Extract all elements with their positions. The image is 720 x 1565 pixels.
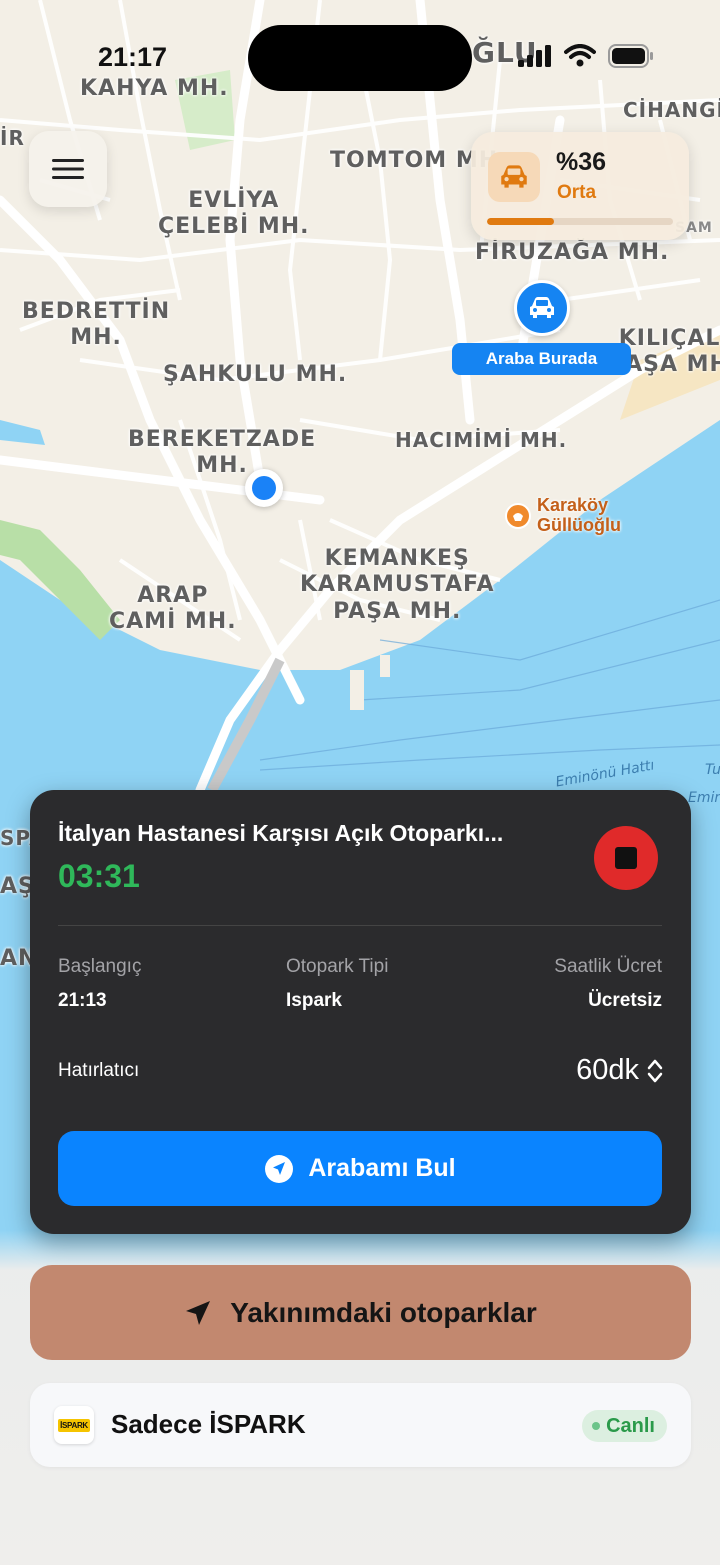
car-battery-card[interactable]: %36 Orta [471,132,689,240]
cellular-signal-icon [518,45,551,67]
start-value: 21:13 [58,990,107,1011]
nearby-parking-label: Yakınımdaki otoparklar [230,1296,537,1328]
poi-karakoy-gulluoglu[interactable]: Karaköy Güllüoğlu [505,495,621,536]
find-my-car-label: Arabamı Bul [308,1154,456,1182]
ispark-filter-label: Sadece İSPARK [111,1409,306,1439]
wifi-icon [564,44,596,67]
hourly-fee-value: Ücretsiz [588,990,662,1011]
water-label-emin: Emin [688,790,720,806]
parking-type-value: Ispark [286,990,342,1011]
battery-percent: %36 [556,148,607,176]
reminder-picker[interactable]: 60dk [576,1054,663,1087]
divider [58,925,662,926]
map-label-arap: ARAP CAMİ MH. [109,583,237,635]
hourly-fee-info: Saatlik Ücret Ücretsiz [554,956,662,1012]
car-location-marker[interactable] [514,280,570,336]
chevron-updown-icon [647,1059,663,1082]
battery-progress [487,218,673,225]
parking-session-card: İtalyan Hastanesi Karşısı Açık Otoparkı.… [30,790,691,1234]
map-label-sahkulu: ŞAHKULU MH. [163,362,348,387]
hourly-fee-label: Saatlik Ücret [554,956,662,977]
battery-icon [608,44,653,68]
hamburger-icon [52,159,84,179]
menu-button[interactable] [29,131,107,207]
map-label-kahya: KAHYA MH. [80,76,229,101]
parking-type-info: Otopark Tipi Ispark [286,956,388,1012]
stop-icon [615,847,637,869]
parking-type-label: Otopark Tipi [286,956,389,977]
map-label-evliya: EVLİYA ÇELEBİ MH. [158,188,310,240]
status-time: 21:17 [98,42,168,72]
nearby-parking-button[interactable]: Yakınımdaki otoparklar [30,1265,691,1360]
battery-level: Orta [557,182,597,203]
battery-progress-fill [487,218,554,225]
map-label-ir: İR [0,126,25,150]
location-arrow-icon [186,1300,211,1325]
parking-timer: 03:31 [58,858,140,894]
water-label-tu: Tu [705,762,720,778]
live-dot-icon [592,1422,601,1430]
car-icon [501,165,527,188]
ispark-logo: İSPARK [54,1406,94,1444]
stop-parking-button[interactable] [594,826,658,890]
dynamic-island [248,25,472,91]
car-marker-label[interactable]: Araba Burada [452,343,631,375]
location-arrow-icon [265,1154,294,1183]
map-label-bereketzade: BEREKETZADE MH. [128,427,317,479]
map-label-cihangir: CİHANGİR [623,98,720,122]
car-icon-box [488,152,540,202]
map-label-kemankes: KEMANKEŞ KARAMUSTAFA PAŞA MH. [300,546,495,624]
map-label-bedrettin: BEDRETTİN MH. [22,299,171,351]
poi-name: Karaköy Güllüoğlu [537,495,621,535]
find-my-car-button[interactable]: Arabamı Bul [58,1131,662,1206]
car-icon [530,297,554,318]
parking-location-title: İtalyan Hastanesi Karşısı Açık Otoparkı.… [58,820,504,846]
bakery-icon [505,503,531,529]
start-info: Başlangıç 21:13 [58,956,141,1012]
ispark-filter-toggle[interactable]: İSPARK Sadece İSPARK Canlı [30,1383,691,1467]
map-label-firuzaga: FİRUZAĞA MH. [475,240,670,265]
start-label: Başlangıç [58,956,142,977]
live-badge-label: Canlı [606,1414,655,1437]
ispark-logo-text: İSPARK [58,1418,90,1432]
map-label-hacimimi: HACIMİMİ MH. [395,428,568,452]
reminder-value: 60dk [576,1054,639,1086]
reminder-label: Hatırlatıcı [58,1060,140,1081]
user-location-dot [245,469,283,507]
status-icons [518,44,654,68]
live-badge: Canlı [582,1410,667,1442]
